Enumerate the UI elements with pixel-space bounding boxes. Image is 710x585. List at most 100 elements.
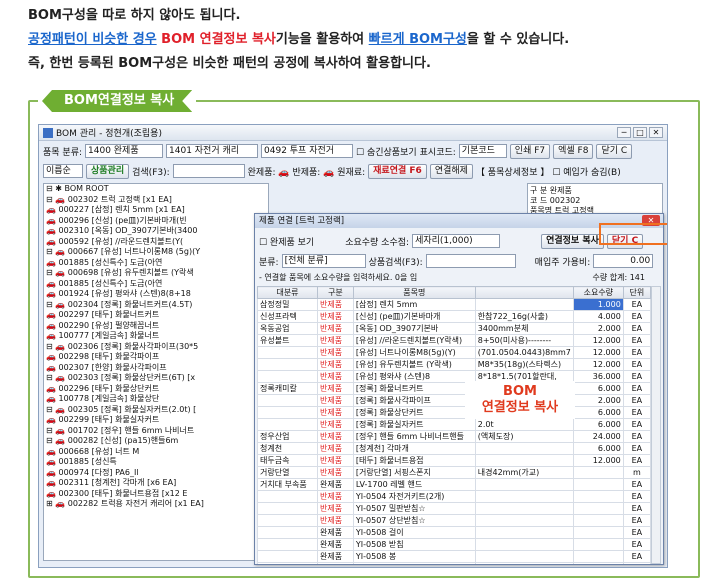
maximize-button[interactable]: □ [633,127,647,138]
tree-node[interactable]: ⊟ 🚗 002302 트럭 고정랙 [x1 EA] [46,195,268,206]
cell-qty[interactable]: 12.000 [572,358,624,371]
grid-row[interactable]: 반제품 [유성] 평와샤 (스텐)8 8*18*1.5(701할란대, 36.000 E… [257,370,652,383]
cell-qty[interactable]: 6.000 [572,442,624,455]
tree-node[interactable]: 🚗 001885 [성신특 [46,457,268,468]
tree-node[interactable]: 🚗 001885 [성신특수] 도금(아연 [46,258,268,269]
cell-qty[interactable] [572,490,624,503]
col-qty[interactable]: 소요수량 [572,286,624,299]
grid-row[interactable]: 반제품 [정록] 화물실자커트 2.0t 6.000 EA [257,418,652,431]
cell-qty[interactable]: 6.000 [572,406,624,419]
grid-row[interactable]: 정록캐미칼반제품[정록] 화물너트커트4.5T6.000EA [257,382,652,395]
tree-node[interactable]: 🚗 000974 [다정] PA6_Il [46,468,268,479]
link-grid[interactable]: 대분류 구분 품목명 소요수량 단위 삼정정밀 반제품 [삼정] 렌치 5mm 1.0… [257,286,652,564]
cell-qty[interactable] [572,502,624,515]
product-search-input[interactable] [425,254,516,268]
tree-node[interactable]: 🚗 002296 [태두] 화물상단커트 [46,384,268,395]
cell-qty[interactable]: 1.000 [572,298,624,311]
grid-row[interactable]: 반제품 [유성] 유두렌치볼트 (Y락색) M8*35(18g)(스타렉스) 12.0… [257,358,652,371]
grid-row[interactable]: 삼정정밀 반제품 [삼정] 렌치 5mm 1.000 EA [257,298,652,311]
tree-node[interactable]: 🚗 000592 [유성] //라운드렌치볼트(Y( [46,237,268,248]
print-button[interactable]: 인쇄 F7 [509,143,551,159]
cell-qty[interactable]: 2.000 [572,322,624,335]
cell-qty[interactable]: 4.000 [572,310,624,323]
col-category[interactable]: 대분류 [257,286,318,299]
cell-qty[interactable]: 12.000 [572,454,624,467]
subcategory1-select[interactable]: 1401 자전거 캐리 [166,144,259,158]
tree-node[interactable]: ⊞ 🚗 002282 트럭용 자전거 캐리어 [x1 EA] [46,499,268,510]
product-manage-button[interactable]: 상품관리 [86,163,130,179]
grid-row[interactable]: 반제품[정록] 화물상단커트6T6.000EA [257,406,652,419]
grid-row[interactable]: 완제품 YI-0508 걸이 EA [257,526,652,539]
grid-row[interactable]: 옥동공업 반제품 [옥동] OD_3907기본바 3400mm분체 2.000 EA [257,322,652,335]
hidden-items-checkbox[interactable]: ☐ 숨긴상품보기 [356,145,417,158]
grid-row[interactable]: 거랑단열 반제품 [거랑단열] 서핑스폰지 내경42mm(가교) m [257,466,652,479]
tree-node[interactable]: 🚗 002307 [한양] 화물사각파이프 [46,363,268,374]
close-button[interactable]: 닫기 C [596,143,633,159]
tree-node[interactable]: ⊟ 🚗 000667 [유성] 너트나이롱M8 (5g)(Y [46,247,268,258]
tree-node[interactable]: 🚗 002310 [옥동] OD_3907기본바(3400 [46,226,268,237]
grid-row[interactable]: 완제품YI-052 파이프 옷걸이☆580*3 EA [257,562,652,564]
intro-link-fast-bom[interactable]: 빠르게 BOM구성 [369,32,467,47]
tree-node[interactable]: 🚗 100778 [계일금속] 화물상단 [46,394,268,405]
tree-node[interactable]: 🚗 000227 [삼정] 렌치 5mm [x1 EA] [46,205,268,216]
tree-node[interactable]: 🚗 002298 [태두] 화물각파이프 [46,352,268,363]
cell-qty[interactable]: 12.000 [572,346,624,359]
tree-node[interactable]: 🚗 001924 [유성] 평와샤 (스텐)8(8+18 [46,289,268,300]
hide-price-checkbox[interactable]: ☐ 예입가 숨김(B) [552,165,620,178]
tree-node[interactable]: 🚗 001885 [성신특수] 도금(아연 [46,279,268,290]
sort-select[interactable]: 이름순 [43,164,83,178]
price-ratio-input[interactable]: 0.00 [593,254,654,268]
grid-row[interactable]: 반제품 YI-0507 상단받침☆ EA [257,514,652,527]
grid-row[interactable]: 완제품 YI-0508 봉 EA [257,550,652,563]
grid-row[interactable]: 반제품[정록] 화물사각파이프30*50*1.4t2.000EA [257,394,652,407]
tree-node[interactable]: 🚗 000668 [유성] 너트 M [46,447,268,458]
col-item-name[interactable]: 품목명 [352,286,476,299]
disconnect-button[interactable]: 연결해제 [429,163,473,179]
display-code-select[interactable]: 기본코드 [458,144,507,158]
col-type[interactable]: 구분 [317,286,354,299]
col-unit[interactable]: 단위 [622,286,652,299]
cell-qty[interactable]: 36.000 [572,370,624,383]
search-input[interactable] [172,164,245,178]
tree-node[interactable]: ⊟ 🚗 000282 [신성] (pa15)핸들6m [46,436,268,447]
excel-button[interactable]: 엑셀 F8 [553,143,594,159]
tree-node[interactable]: ⊟ 🚗 002306 [정록] 화물사각파이프(30*5 [46,342,268,353]
tree-node[interactable]: 🚗 002297 [태두] 화물너트커트 [46,310,268,321]
tree-node[interactable]: ⊟ 🚗 002303 [정록] 화물상단커트(6T) [x [46,373,268,384]
cell-qty[interactable] [572,526,624,539]
grid-scrollbar[interactable] [651,286,661,564]
tree-node[interactable]: ⊟ 🚗 002304 [정록] 화물너트커트(4.5T) [46,300,268,311]
cell-qty[interactable] [572,514,624,527]
copy-link-info-button[interactable]: 연결정보 복사 [541,233,604,249]
cell-qty[interactable]: 6.000 [572,382,624,395]
tree-node[interactable]: ⊟ ✱ BOM ROOT [46,184,268,195]
cell-qty[interactable] [572,562,624,564]
minimize-button[interactable]: ─ [617,127,631,138]
tree-node[interactable]: ⊟ 🚗 002305 [정록] 화물실자커트(2.0t) [ [46,405,268,416]
cell-qty[interactable]: 24.000 [572,430,624,443]
bom-tree[interactable]: ⊟ ✱ BOM ROOT ⊟ 🚗 002302 트럭 고정랙 [x1 EA] 🚗… [43,183,269,561]
tree-node[interactable]: 🚗 002311 [청계천] 각마개 [x6 EA] [46,478,268,489]
tree-node[interactable]: 🚗 002300 [태두] 화물너트용접 [x12 E [46,489,268,500]
cell-qty[interactable]: 6.000 [572,418,624,431]
tree-node[interactable]: ⊟ 🚗 000698 [유성] 유두렌치볼트 (Y락색 [46,268,268,279]
grid-row[interactable]: 반제품 YI-0507 밀판받침☆ EA [257,502,652,515]
grid-row[interactable]: 반제품 YI-0504 자전거키트(2개) EA [257,490,652,503]
cell-qty[interactable] [572,550,624,563]
tree-node[interactable]: 🚗 100777 [계일금속] 화물너트 [46,331,268,342]
subcategory2-select[interactable]: 0492 투프 자전거 [261,144,354,158]
tree-node[interactable]: 🚗 002299 [태두] 화물실자커트 [46,415,268,426]
cell-qty[interactable]: 12.000 [572,334,624,347]
cell-qty[interactable] [572,538,624,551]
tree-node[interactable]: 🚗 002290 [유성] 펄양해꼽너트 [46,321,268,332]
cell-qty[interactable]: 2.000 [572,394,624,407]
grid-row[interactable]: 반제품 [유성] 너트나이롱M8(5g)(Y) (701.0504.0443)8mm… [257,346,652,359]
grid-row[interactable]: 정우산업 반제품 [정우] 핸들 6mm 나비너트핸들 (액체도장) 24.000 EA [257,430,652,443]
category-select[interactable]: 1400 완제품 [85,144,164,158]
qty-decimal-select[interactable]: 세자리(1,000) [412,234,501,248]
dialog-category-select[interactable]: [전체 분류] [281,254,366,268]
material-connect-button[interactable]: 재료연결 F6 [368,163,427,179]
cell-qty[interactable] [572,478,624,491]
tree-node[interactable]: ⊟ 🚗 001702 [정우] 핸들 6mm 나비너트 [46,426,268,437]
grid-row[interactable]: 태두금속 반제품 [태두] 화물너트용접 12.000 EA [257,454,652,467]
